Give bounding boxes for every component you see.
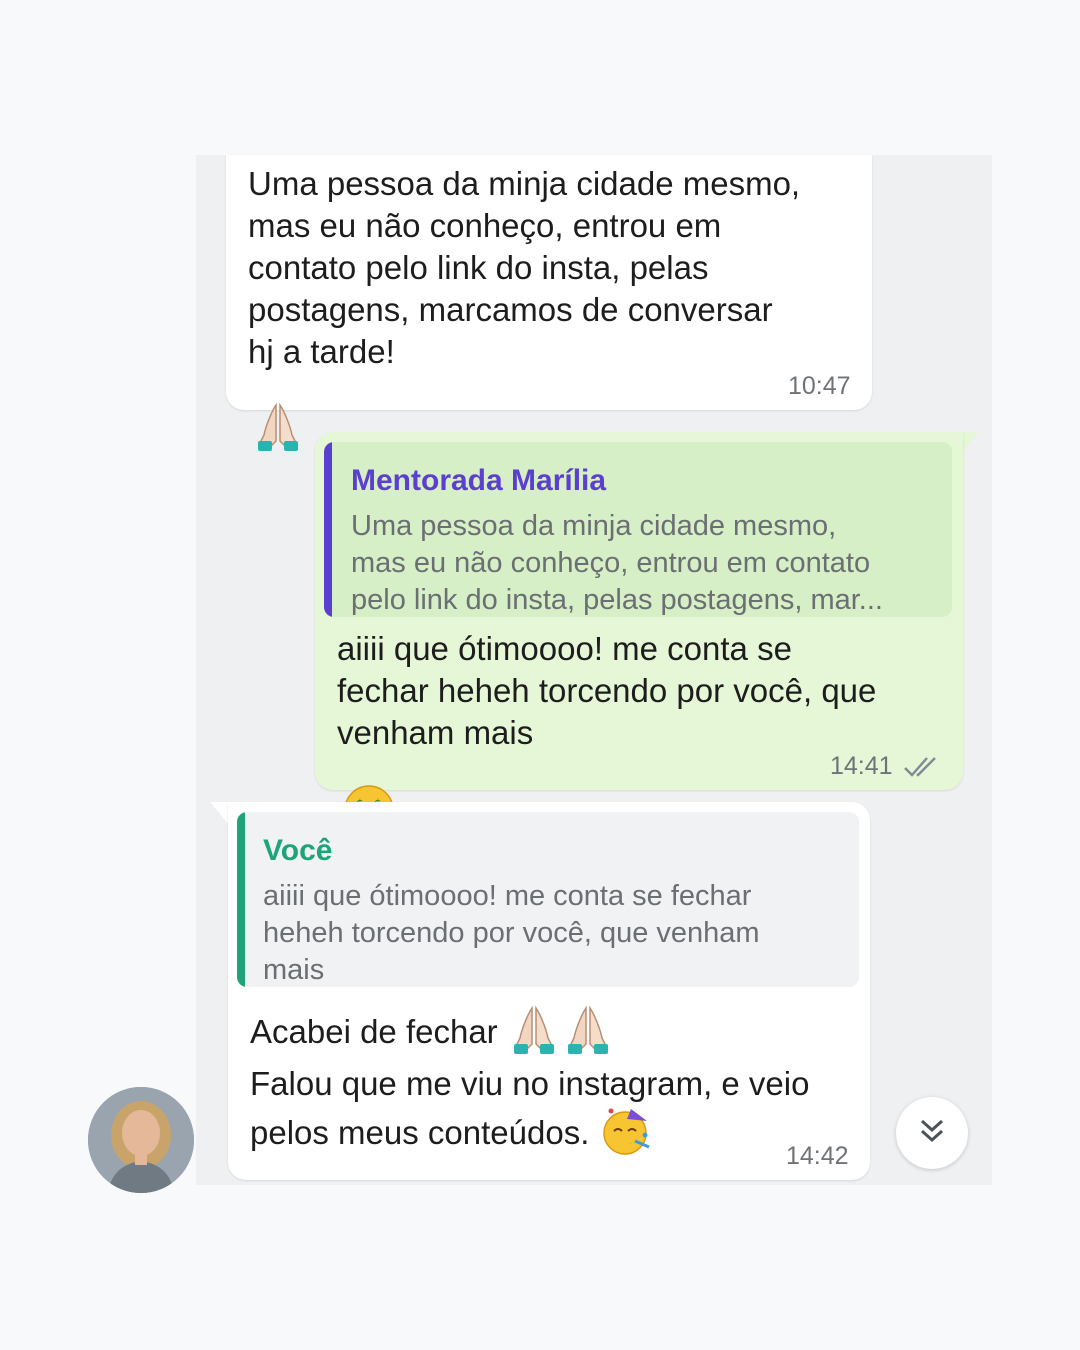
avatar[interactable] [88,1087,194,1193]
quote-bar [237,812,245,987]
incoming-message[interactable]: Uma pessoa da minja cidade mesmo, mas eu… [226,155,872,451]
message-text: pelos meus conteúdos. [250,1114,590,1151]
bubble-tail [210,802,230,826]
quote-text: aiiii que ótimoooo! me conta se fechar h… [263,878,853,987]
message-time: 14:42 [786,1142,849,1170]
outgoing-message[interactable]: Mentorada Marília Uma pessoa da minja ci… [315,432,963,835]
message-line: pelos meus conteúdos. [250,1106,653,1160]
praying-hands-emoji [256,359,300,463]
quoted-message[interactable]: Você aiiii que ótimoooo! me conta se fec… [237,812,859,987]
double-chevron-down-icon [916,1115,948,1152]
scroll-to-bottom-button[interactable] [896,1097,968,1169]
quoted-message[interactable]: Mentorada Marília Uma pessoa da minja ci… [324,442,952,617]
message-time: 14:41 [830,752,893,780]
message-time: 10:47 [788,372,851,400]
partying-face-emoji [601,1105,653,1162]
incoming-message[interactable]: Você aiiii que ótimoooo! me conta se fec… [228,802,870,1180]
quote-author: Você [263,834,333,867]
praying-hands-emoji [566,1004,610,1061]
message-text: Uma pessoa da minja cidade mesmo, mas eu… [248,163,858,463]
message-text: Acabei de fechar [250,1013,498,1050]
quote-bar [324,442,332,617]
message-text: Falou que me viu no instagram, e veio [250,1065,810,1102]
double-check-icon [903,754,943,785]
praying-hands-emoji [512,1004,556,1061]
money-mouth-face-emoji: $ $ [267,983,303,987]
quote-author: Mentorada Marília [351,464,607,497]
quote-text: Uma pessoa da minja cidade mesmo, mas eu… [351,510,883,616]
message-line: Acabei de fechar [250,1002,610,1062]
